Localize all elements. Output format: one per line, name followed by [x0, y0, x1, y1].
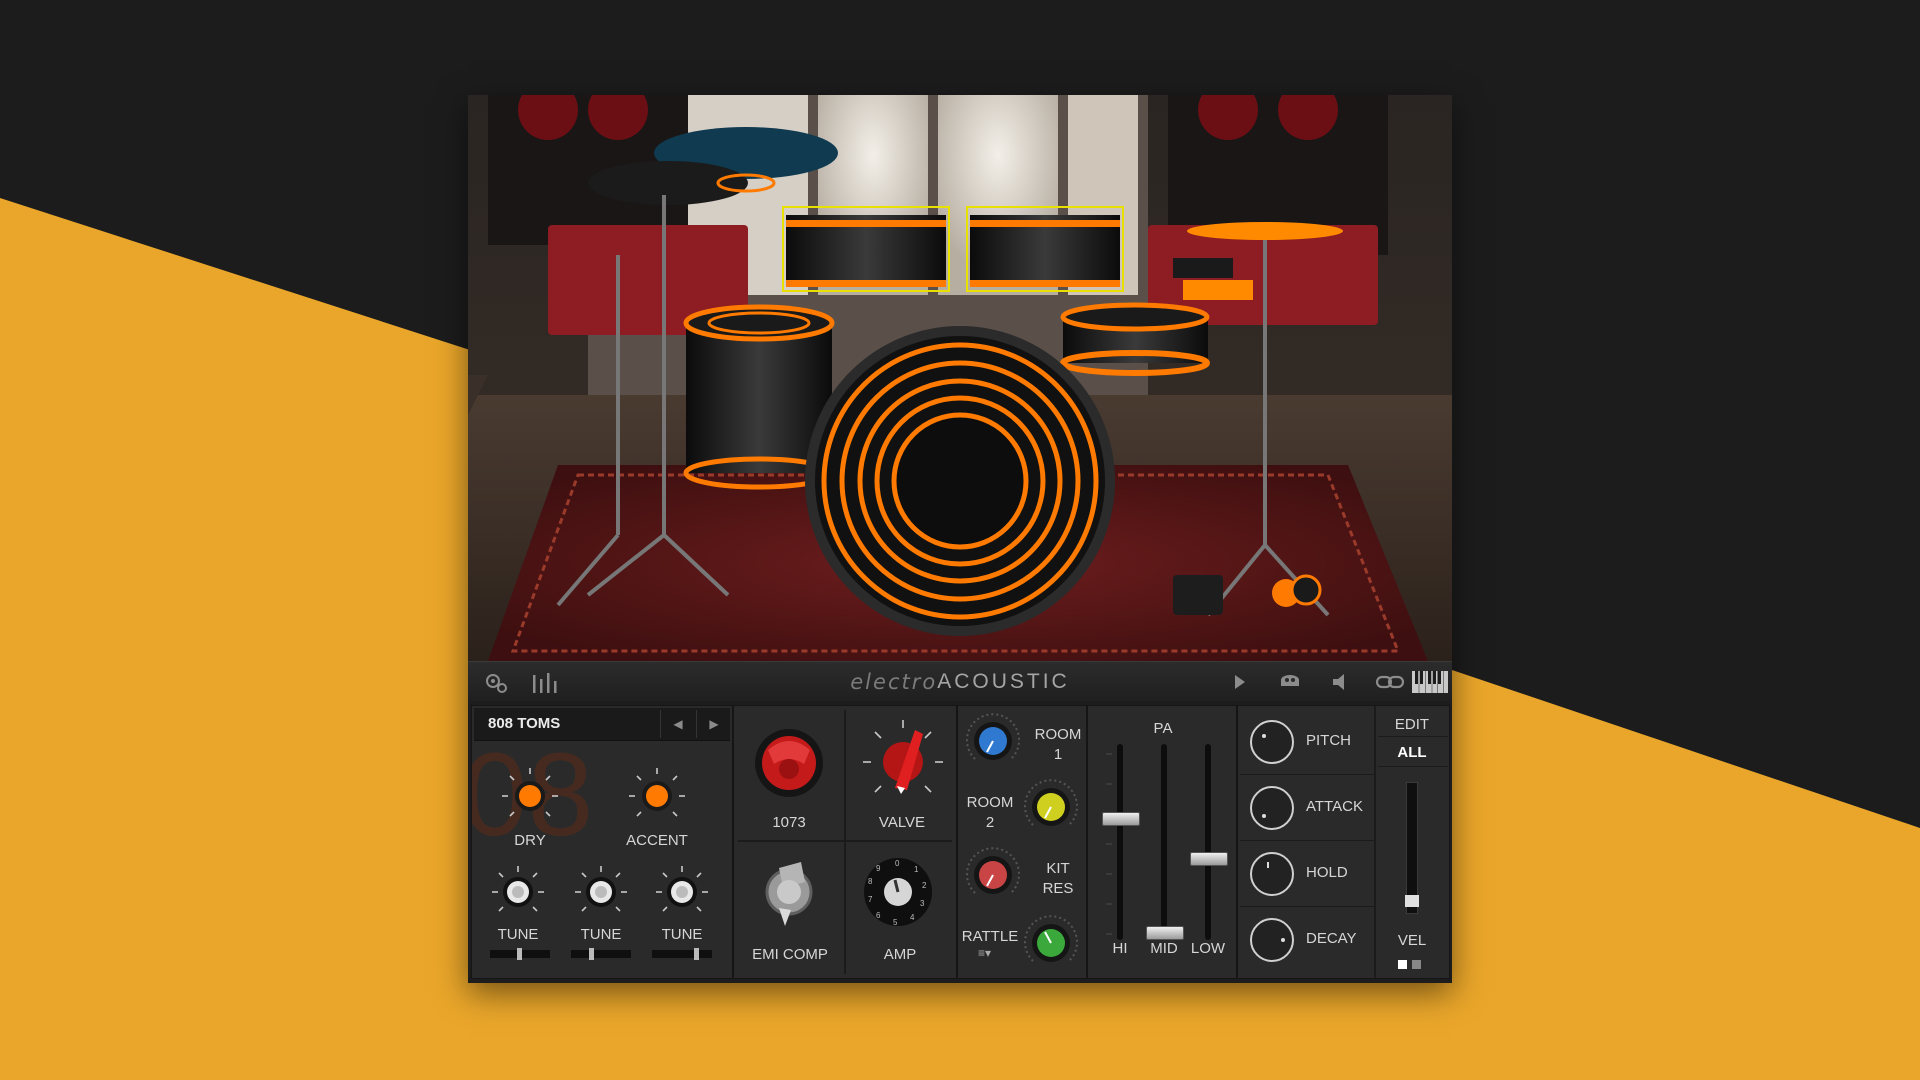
pitch-label: PITCH [1306, 732, 1351, 749]
svg-text:1: 1 [914, 865, 919, 874]
kit-res-knob[interactable] [964, 846, 1022, 904]
kit-res-label-b: RES [1042, 880, 1074, 897]
svg-text:6: 6 [876, 911, 881, 920]
amp-knob[interactable]: 0123 4567 89 [858, 852, 938, 932]
room1-label-b: 1 [1053, 746, 1063, 763]
voice-section: 808 TOMS ◀ ▶ 08 DRY ACCENT [471, 705, 733, 979]
valve-label: VALVE [878, 814, 926, 831]
decay-control[interactable]: DECAY [1240, 906, 1374, 972]
room2-label-a: ROOM [966, 794, 1014, 811]
svg-text:9: 9 [876, 864, 881, 873]
plugin-window: electroACOUSTIC 808 TOMS ◀ ▶ 0 8 [468, 95, 1452, 983]
decay-label: DECAY [1306, 930, 1357, 947]
dry-label: DRY [514, 832, 546, 849]
pa-section: PA HI MID LOW [1087, 705, 1237, 979]
hold-label: HOLD [1306, 864, 1348, 881]
vel-mode-toggle-1[interactable] [1398, 960, 1407, 969]
room2-knob[interactable] [1022, 778, 1080, 836]
preset-name: 808 TOMS [488, 715, 561, 732]
dry-knob[interactable] [500, 766, 560, 826]
cymbal-ride[interactable] [1187, 222, 1343, 240]
snare-drum[interactable] [1060, 302, 1210, 376]
low-fader[interactable] [1188, 744, 1228, 944]
speaker-icon[interactable] [1322, 662, 1358, 702]
svg-text:5: 5 [893, 918, 898, 927]
rack-tom-left[interactable] [782, 206, 950, 292]
comp-1073-knob[interactable] [746, 720, 832, 806]
cowbell[interactable] [1173, 258, 1233, 278]
attack-control[interactable]: ATTACK [1240, 774, 1374, 841]
all-button[interactable]: ALL [1376, 744, 1448, 761]
tune-knob-1[interactable] [490, 864, 546, 920]
velocity-slider[interactable] [1405, 782, 1419, 914]
drum-kit-view[interactable] [468, 95, 1452, 661]
mid-label: MID [1150, 940, 1178, 957]
arrow-right-icon[interactable]: ▶ [696, 710, 731, 738]
mid-fader[interactable] [1144, 744, 1184, 944]
edit-button[interactable]: EDIT [1376, 716, 1448, 733]
link-icon[interactable] [1372, 662, 1408, 702]
low-label: LOW [1190, 940, 1226, 957]
envelope-section: PITCH ATTACK HOLD DECAY EDIT ALL VEL [1237, 705, 1450, 979]
processing-section: 1073 VALVE EMI COMP 0 12 3 4 5 6 7 8 9 AM… [733, 705, 957, 979]
toolbar: electro ACOUSTIC [468, 661, 1452, 703]
rattle-label: RATTLE [961, 928, 1019, 945]
svg-text:0: 0 [895, 859, 900, 868]
title-bold: ACOUSTIC [937, 670, 1070, 693]
tune-label-1: TUNE [497, 926, 539, 943]
hold-control[interactable]: HOLD [1240, 840, 1374, 907]
kit-res-label-a: KIT [1046, 860, 1070, 877]
rattle-menu-icon[interactable]: ≡▾ [978, 946, 1006, 962]
room1-knob[interactable] [964, 712, 1022, 770]
room2-label-b: 2 [985, 814, 995, 831]
valve-knob[interactable] [857, 716, 949, 808]
tune-label-3: TUNE [661, 926, 703, 943]
vel-label: VEL [1397, 932, 1427, 949]
arrow-left-icon[interactable]: ◀ [660, 710, 695, 738]
control-panel: 808 TOMS ◀ ▶ 0 8 DRY ACCENT [468, 701, 1452, 983]
hi-label: HI [1112, 940, 1128, 957]
rattle-knob[interactable] [1022, 914, 1080, 972]
preset-selector[interactable]: 808 TOMS ◀ ▶ [474, 708, 730, 741]
room-section: ROOM 1 ROOM 2 KIT RES RATTLE ≡▾ [957, 705, 1087, 979]
tune-slider-2[interactable] [571, 948, 631, 960]
maraca[interactable] [1290, 574, 1322, 606]
accent-knob[interactable] [627, 766, 687, 826]
svg-text:4: 4 [910, 913, 915, 922]
play-icon[interactable] [1222, 662, 1258, 702]
tune-slider-3[interactable] [652, 948, 712, 960]
hi-fader[interactable] [1100, 744, 1140, 944]
tune-slider-1[interactable] [490, 948, 550, 960]
accent-label: ACCENT [626, 832, 688, 849]
emi-comp-label: EMI COMP [752, 946, 828, 963]
vel-mode-toggle-2[interactable] [1412, 960, 1421, 969]
keyboard-icon[interactable] [1408, 662, 1452, 702]
svg-text:7: 7 [868, 895, 873, 904]
block[interactable] [1183, 280, 1253, 300]
comp-1073-label: 1073 [772, 814, 806, 831]
tune-knob-2[interactable] [573, 864, 629, 920]
pitch-control[interactable]: PITCH [1240, 708, 1374, 775]
pa-title: PA [1153, 720, 1173, 737]
amp-label: AMP [883, 946, 917, 963]
rack-tom-right[interactable] [966, 206, 1124, 292]
svg-text:3: 3 [920, 899, 925, 908]
tune-knob-3[interactable] [654, 864, 710, 920]
title-light: electro [850, 670, 938, 694]
room1-label-a: ROOM [1034, 726, 1082, 743]
svg-text:2: 2 [922, 881, 927, 890]
svg-text:8: 8 [868, 877, 873, 886]
kick-drum[interactable] [805, 326, 1115, 636]
emi-comp-knob[interactable] [749, 852, 829, 932]
tune-label-2: TUNE [580, 926, 622, 943]
cymbal-hihat[interactable] [588, 161, 748, 205]
attack-label: ATTACK [1306, 798, 1363, 815]
drum-icon[interactable] [1272, 662, 1308, 702]
shaker[interactable] [1173, 575, 1223, 615]
